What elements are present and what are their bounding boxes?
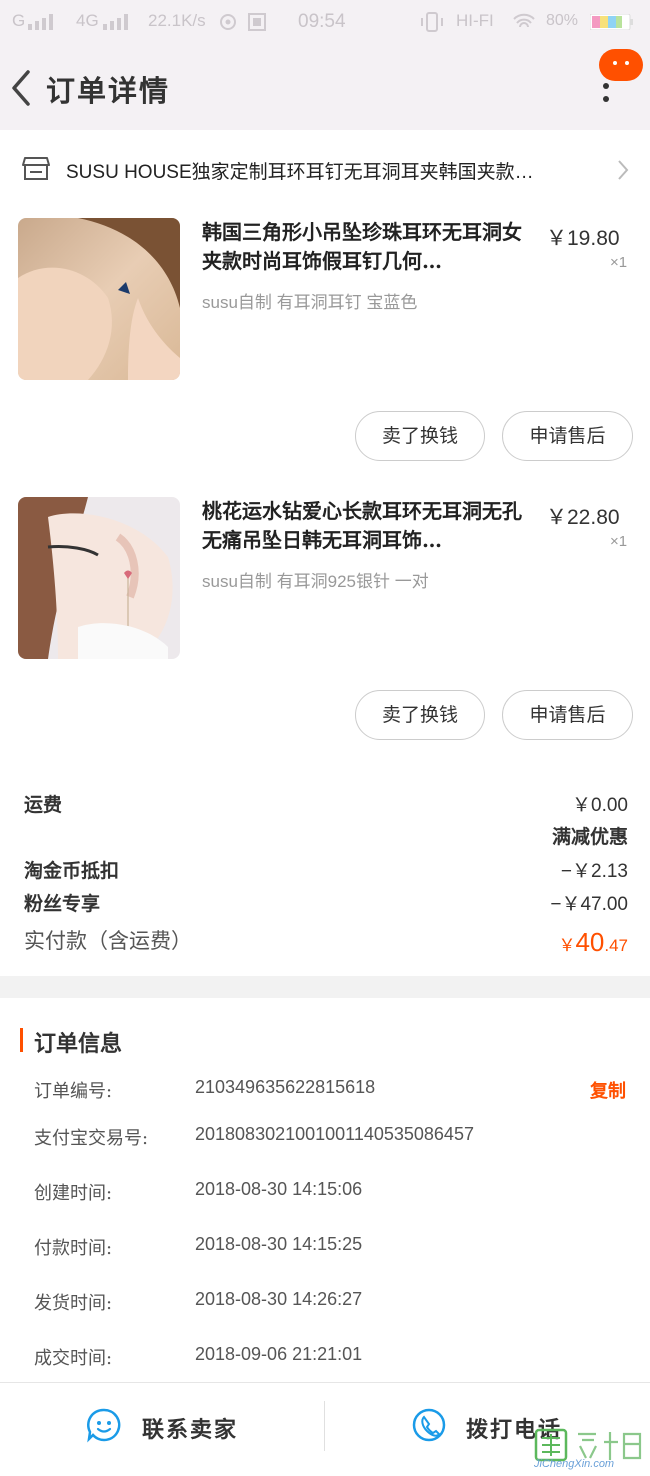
contact-seller-label: 联系卖家 [142,1417,239,1443]
sell-for-cash-button[interactable]: 卖了换钱 [355,690,485,740]
phone-icon [412,1408,446,1442]
more-dots-icon [603,83,609,107]
info-key: 发货时间: [34,1293,113,1314]
net-speed: 22.1K/s [148,11,206,30]
actual-payment-value: ￥40.47 [558,927,628,957]
shipped-time-row: 发货时间: 2018-08-30 14:26:27 [34,1289,628,1319]
shop-header[interactable]: SUSU HOUSE独家定制耳环耳钉无耳洞耳夹韩国夹款… [0,130,650,210]
message-badge-icon [599,49,643,81]
hifi-label: HI-FI [456,11,494,30]
screenshot-icon [248,13,266,31]
product-price: ￥19.80 [546,227,620,250]
info-key: 创建时间: [34,1183,113,1204]
battery-percent: 80% [546,12,579,29]
actual-payment-row: 实付款（含运费） ￥40.47 [24,925,628,957]
shipping-row: 运费 ￥0.00 [24,790,628,820]
product-image[interactable] [18,497,180,659]
sell-for-cash-button[interactable]: 卖了换钱 [355,411,485,461]
info-key: 付款时间: [34,1238,113,1259]
page-title: 订单详情 [46,74,171,108]
order-item[interactable]: 桃花运水钻爱心长款耳环无耳洞无孔无痛吊坠日韩无耳洞耳饰… ￥22.80 ×1 s… [0,497,650,747]
product-title[interactable]: 桃花运水钻爱心长款耳环无耳洞无孔无痛吊坠日韩无耳洞耳饰… [202,497,537,555]
info-key: 支付宝交易号: [34,1128,149,1149]
section-accent-bar [20,1028,23,1052]
info-value: 2018-08-30 14:15:25 [195,1234,363,1254]
watermark-text: JiChengXin.com [534,1458,615,1470]
order-info-card: 订单信息 订单编号: 210349635622815618 复制 支付宝交易号:… [0,998,650,1382]
signal-bars-icon-2 [103,14,128,30]
status-bar: G 4G 22.1K/s 09:54 HI-FI 80% [0,0,650,44]
signal-bars-icon [28,14,53,30]
order-items-card: SUSU HOUSE独家定制耳环耳钉无耳洞耳夹韩国夹款… 韩国三角形小吊坠珍珠耳… [0,130,650,770]
product-qty: ×1 [610,254,628,271]
order-info-title: 订单信息 [34,1031,123,1057]
discount-title: 满减优惠 [551,826,628,848]
sync-icon [220,14,236,30]
discount-title-row: 满减优惠 [24,822,628,852]
fans-value: −￥47.00 [550,894,628,915]
back-arrow-icon[interactable] [8,68,34,108]
info-value: 2018-09-06 21:21:01 [195,1344,363,1364]
more-menu-button[interactable] [596,49,644,107]
shipping-value: ￥0.00 [572,795,628,816]
shipping-label: 运费 [24,794,63,816]
product-sku: susu自制 有耳洞耳钉 宝蓝色 [202,293,418,312]
order-number-row: 订单编号: 210349635622815618 复制 [34,1077,628,1107]
actual-payment-label: 实付款（含运费） [24,929,192,953]
nav-bar: 订单详情 [0,44,650,130]
taojinbi-row: 淘金币抵扣 −￥2.13 [24,856,628,886]
signal-label-2: 4G [76,11,99,30]
fans-row: 粉丝专享 −￥47.00 [24,889,628,919]
product-qty: ×1 [610,533,628,550]
alipay-trade-row: 支付宝交易号: 2018083021001001140535086457 [34,1124,628,1154]
shop-icon [22,157,50,180]
info-value: 210349635622815618 [195,1077,376,1097]
paid-time-row: 付款时间: 2018-08-30 14:15:25 [34,1234,628,1264]
battery-icon [590,14,633,30]
product-price: ￥22.80 [546,506,620,529]
shop-name: SUSU HOUSE独家定制耳环耳钉无耳洞耳夹韩国夹款… [66,162,534,183]
info-value: 2018083021001001140535086457 [195,1124,474,1144]
chevron-right-icon [618,160,629,180]
apply-aftersale-button[interactable]: 申请售后 [502,690,633,740]
info-key: 订单编号: [34,1081,113,1102]
apply-aftersale-button[interactable]: 申请售后 [502,411,633,461]
info-key: 成交时间: [34,1348,113,1369]
product-sku: susu自制 有耳洞925银针 一对 [202,572,429,591]
signal-label-1: G [12,11,26,30]
product-image[interactable] [18,218,180,380]
order-item[interactable]: 韩国三角形小吊坠珍珠耳环无耳洞女夹款时尚耳饰假耳钉几何… ￥19.80 ×1 s… [0,218,650,468]
taojinbi-label: 淘金币抵扣 [24,860,120,882]
chat-face-icon [87,1408,121,1443]
wifi-icon [513,13,535,28]
contact-seller-button[interactable]: 联系卖家 [0,1383,325,1476]
info-value: 2018-08-30 14:15:06 [195,1179,363,1199]
product-title[interactable]: 韩国三角形小吊坠珍珠耳环无耳洞女夹款时尚耳饰假耳钉几何… [202,218,537,276]
vibrate-icon [421,12,443,32]
clock: 09:54 [298,11,346,32]
completed-time-row: 成交时间: 2018-09-06 21:21:01 [34,1344,628,1374]
fans-label: 粉丝专享 [24,893,101,915]
taojinbi-value: −￥2.13 [560,861,628,882]
copy-button[interactable]: 复制 [590,1077,626,1103]
fees-card: 运费 ￥0.00 满减优惠 淘金币抵扣 −￥2.13 粉丝专享 −￥47.00 … [0,770,650,976]
created-time-row: 创建时间: 2018-08-30 14:15:06 [34,1179,628,1209]
info-value: 2018-08-30 14:26:27 [195,1289,363,1309]
